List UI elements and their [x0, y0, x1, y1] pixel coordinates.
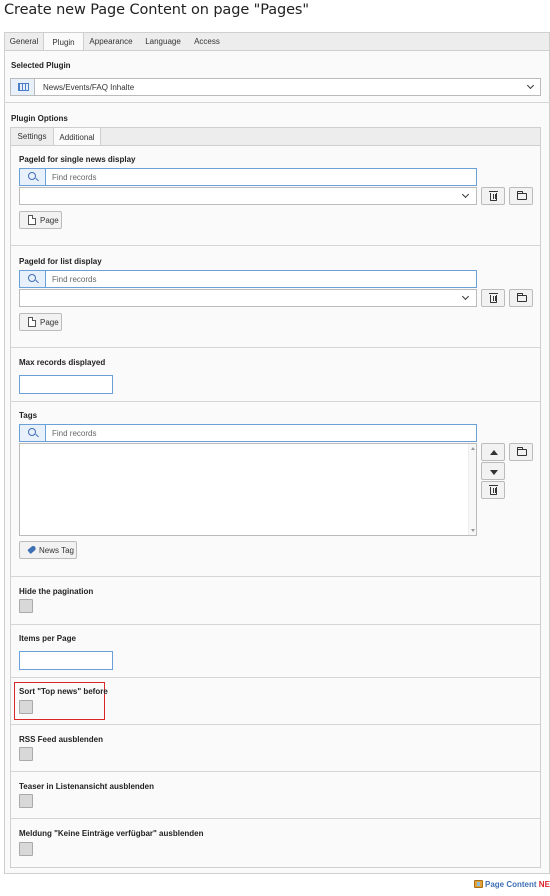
no-entries-label: Meldung "Keine Einträge verfügbar" ausbl…	[19, 829, 204, 838]
field-divider	[10, 818, 541, 819]
selected-plugin-label: Selected Plugin	[11, 61, 71, 70]
rss-feed-checkbox[interactable]	[19, 747, 33, 761]
hide-pagination-label: Hide the pagination	[19, 587, 94, 596]
plugin-options-label: Plugin Options	[11, 114, 68, 123]
page-icon	[28, 317, 36, 327]
move-up-button[interactable]	[481, 443, 505, 461]
field-divider	[10, 245, 541, 246]
tab-plugin[interactable]: Plugin	[43, 32, 84, 52]
tab-appearance[interactable]: Appearance	[84, 33, 138, 51]
list-display-select[interactable]	[19, 289, 477, 307]
field-divider	[10, 347, 541, 348]
field-divider	[10, 771, 541, 772]
teaser-list-checkbox[interactable]	[19, 794, 33, 808]
tag-icon	[27, 545, 37, 554]
inner-tab-bar: Settings Additional	[10, 127, 541, 147]
folder-icon	[517, 293, 527, 302]
field-divider	[10, 677, 541, 678]
max-records-input[interactable]	[19, 375, 113, 394]
field-divider	[10, 624, 541, 625]
arrow-down-icon	[490, 470, 498, 475]
search-button[interactable]	[20, 425, 46, 441]
max-records-label: Max records displayed	[19, 358, 106, 367]
scroll-up-icon[interactable]	[471, 447, 475, 450]
browse-button[interactable]	[509, 443, 533, 461]
main-tab-bar: General Plugin Appearance Language Acces…	[4, 32, 550, 52]
search-icon	[28, 172, 36, 180]
single-news-select[interactable]	[19, 187, 477, 205]
search-placeholder: Find records	[52, 429, 97, 438]
browse-button[interactable]	[509, 289, 533, 307]
rss-feed-label: RSS Feed ausblenden	[19, 735, 104, 744]
search-icon	[28, 274, 36, 282]
plugin-icon	[11, 79, 35, 95]
move-down-button[interactable]	[481, 462, 505, 480]
tab-access[interactable]: Access	[188, 33, 226, 51]
tab-general[interactable]: General	[5, 33, 43, 51]
section-divider	[4, 102, 550, 103]
sort-top-news-checkbox[interactable]	[19, 700, 33, 714]
add-page-button[interactable]: Page	[19, 313, 62, 331]
add-news-tag-button[interactable]: News Tag	[19, 541, 77, 559]
trash-icon	[489, 293, 498, 303]
field-divider	[10, 724, 541, 725]
search-placeholder: Find records	[52, 275, 97, 284]
plugin-select-value: News/Events/FAQ Inhalte	[43, 83, 135, 92]
tags-label: Tags	[19, 411, 38, 420]
page-icon	[28, 215, 36, 225]
chevron-down-icon	[526, 81, 535, 90]
folder-icon	[517, 447, 527, 456]
field-divider	[10, 401, 541, 402]
teaser-list-label: Teaser in Listenansicht ausblenden	[19, 782, 154, 791]
add-page-button[interactable]: Page	[19, 211, 62, 229]
search-button[interactable]	[20, 169, 46, 185]
footer-link-label: Page Content	[485, 880, 537, 889]
list-display-label: PageId for list display	[19, 257, 102, 266]
delete-button[interactable]	[481, 481, 505, 499]
list-display-search[interactable]: Find records	[19, 270, 477, 288]
plugin-select[interactable]: News/Events/FAQ Inhalte	[10, 78, 541, 96]
search-icon	[28, 428, 36, 436]
sort-top-news-label: Sort "Top news" before	[19, 687, 108, 696]
footer-link[interactable]: Page Content NEW	[485, 880, 550, 889]
tags-search[interactable]: Find records	[19, 424, 477, 442]
scrollbar[interactable]	[468, 444, 476, 535]
page-title: Create new Page Content on page "Pages"	[4, 2, 309, 18]
delete-button[interactable]	[481, 289, 505, 307]
trash-icon	[489, 191, 498, 201]
items-per-page-label: Items per Page	[19, 634, 76, 643]
chevron-down-icon	[461, 190, 470, 199]
new-badge: NEW	[538, 880, 550, 889]
chevron-down-icon	[461, 292, 470, 301]
delete-button[interactable]	[481, 187, 505, 205]
content-element-icon	[474, 880, 483, 888]
no-entries-checkbox[interactable]	[19, 842, 33, 856]
scroll-down-icon[interactable]	[471, 529, 475, 532]
single-news-label: PageId for single news display	[19, 155, 136, 164]
tab-additional[interactable]: Additional	[53, 127, 101, 147]
arrow-up-icon	[490, 450, 498, 455]
trash-icon	[489, 485, 498, 495]
items-per-page-input[interactable]	[19, 651, 113, 670]
tab-settings[interactable]: Settings	[11, 128, 53, 146]
browse-button[interactable]	[509, 187, 533, 205]
search-placeholder: Find records	[52, 173, 97, 182]
tab-language[interactable]: Language	[138, 33, 188, 51]
single-news-search[interactable]: Find records	[19, 168, 477, 186]
field-divider	[10, 576, 541, 577]
folder-icon	[517, 191, 527, 200]
tags-listbox[interactable]	[19, 443, 477, 536]
hide-pagination-checkbox[interactable]	[19, 599, 33, 613]
search-button[interactable]	[20, 271, 46, 287]
